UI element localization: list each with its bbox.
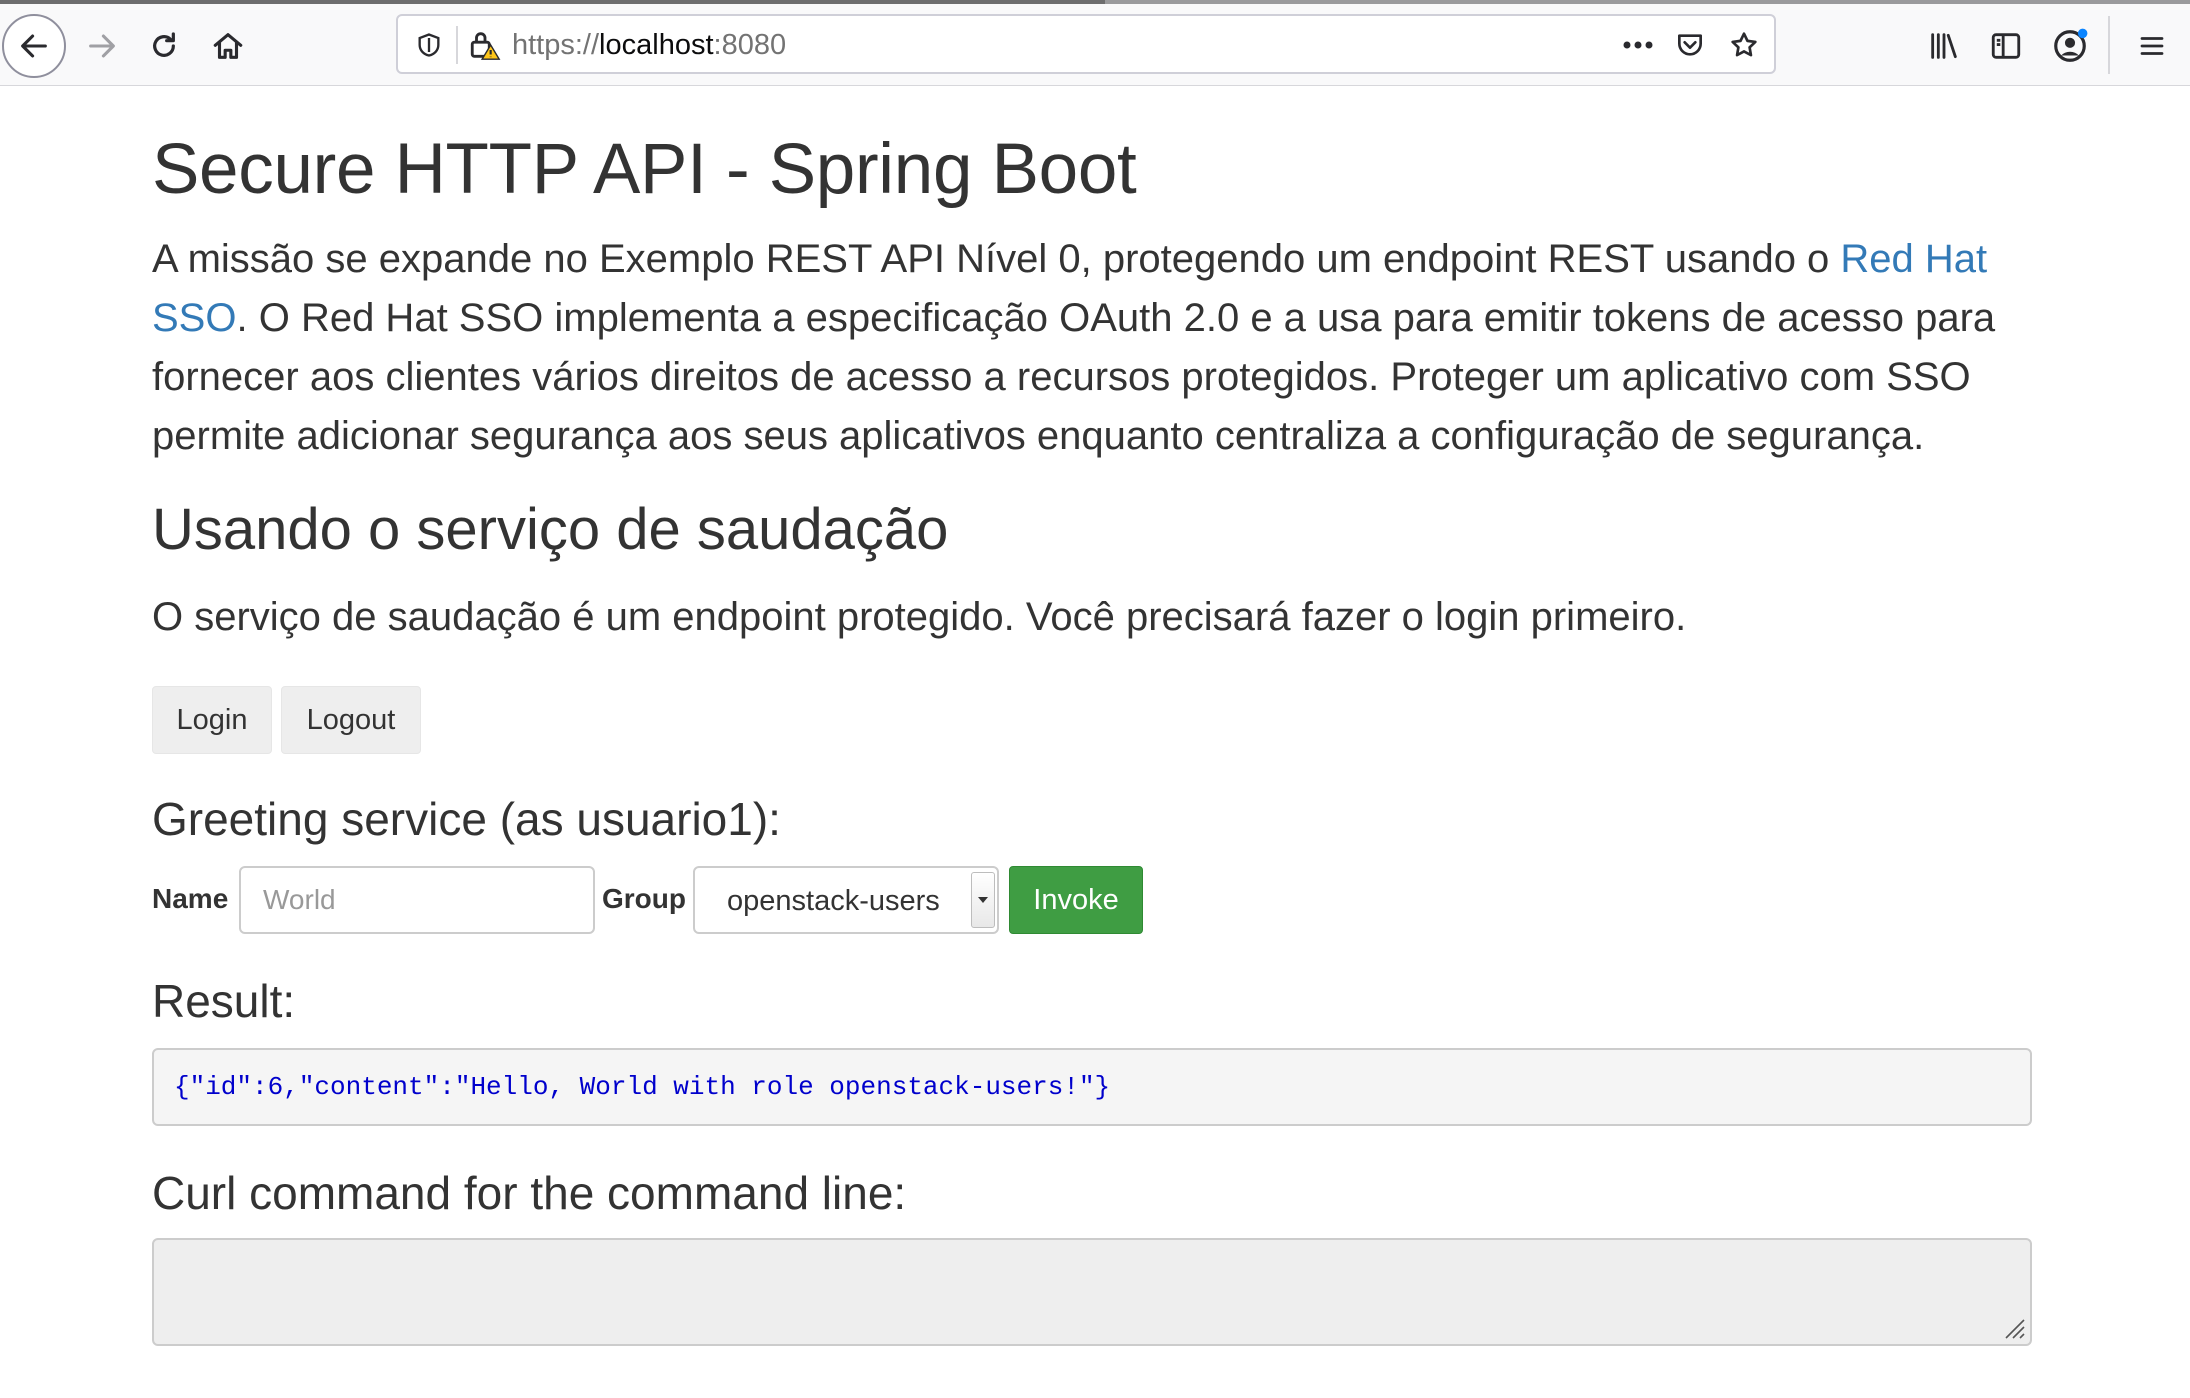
group-selected-value: openstack-users — [727, 885, 940, 917]
pocket-icon[interactable] — [1670, 26, 1710, 64]
logout-button[interactable]: Logout — [281, 686, 421, 754]
tab-strip-line — [1105, 0, 2190, 4]
home-icon — [213, 33, 243, 59]
tracking-protection-shield-icon[interactable] — [412, 28, 446, 62]
url-host: localhost — [599, 29, 714, 61]
insecure-lock-warning-icon[interactable] — [466, 26, 504, 64]
group-label: Group — [602, 883, 686, 914]
account-button[interactable] — [2044, 20, 2096, 72]
url-text[interactable]: https://localhost:8080 — [512, 29, 786, 61]
toolbar-divider — [2108, 16, 2110, 74]
result-box: {"id":6,"content":"Hello, World with rol… — [152, 1048, 2032, 1126]
reload-button[interactable] — [140, 22, 188, 70]
greeting-heading: Greeting service (as usuario1): — [152, 793, 781, 845]
url-port: :8080 — [713, 29, 787, 61]
hamburger-menu-icon — [2140, 37, 2164, 55]
url-bar[interactable]: https://localhost:8080 — [396, 14, 1776, 74]
url-scheme: https:// — [512, 29, 600, 61]
library-icon — [1931, 33, 1957, 59]
section-lead: O serviço de saudação é um endpoint prot… — [152, 595, 1687, 639]
resize-grip-icon[interactable] — [2000, 1314, 2026, 1340]
url-divider — [456, 26, 458, 64]
intro-text-part2: . O Red Hat SSO implementa a especificaç… — [152, 296, 1996, 458]
back-button[interactable] — [2, 14, 66, 78]
home-button[interactable] — [204, 22, 252, 70]
name-label: Name — [152, 883, 229, 914]
result-heading: Result: — [152, 975, 296, 1027]
bookmark-star-icon[interactable] — [1724, 26, 1764, 64]
sidebar-icon — [1991, 33, 2021, 59]
section-title: Usando o serviço de saudação — [152, 497, 949, 562]
group-select[interactable]: openstack-users — [693, 866, 999, 934]
browser-toolbar: https://localhost:8080 — [0, 0, 2190, 86]
reload-icon — [153, 32, 175, 57]
login-button[interactable]: Login — [152, 686, 272, 754]
page-title: Secure HTTP API - Spring Boot — [152, 130, 1137, 209]
name-input[interactable] — [239, 866, 595, 934]
select-dropdown-icon[interactable] — [971, 872, 995, 928]
arrow-right-icon — [89, 34, 115, 58]
library-button[interactable] — [1920, 22, 1968, 70]
active-tab-indicator — [0, 0, 1105, 4]
curl-command-textarea[interactable] — [152, 1238, 2032, 1346]
forward-button[interactable] — [78, 22, 126, 70]
sidebar-toggle-button[interactable] — [1982, 22, 2030, 70]
result-json: {"id":6,"content":"Hello, World with rol… — [174, 1072, 1111, 1102]
arrow-left-icon — [21, 34, 47, 58]
intro-paragraph: A missão se expande no Exemplo REST API … — [152, 230, 2032, 466]
intro-text-part1: A missão se expande no Exemplo REST API … — [152, 237, 1841, 281]
curl-heading: Curl command for the command line: — [152, 1167, 907, 1219]
menu-button[interactable] — [2128, 22, 2176, 70]
page-actions-more-icon[interactable] — [1618, 28, 1658, 62]
invoke-button[interactable]: Invoke — [1009, 866, 1143, 934]
account-avatar-icon — [2054, 28, 2088, 62]
